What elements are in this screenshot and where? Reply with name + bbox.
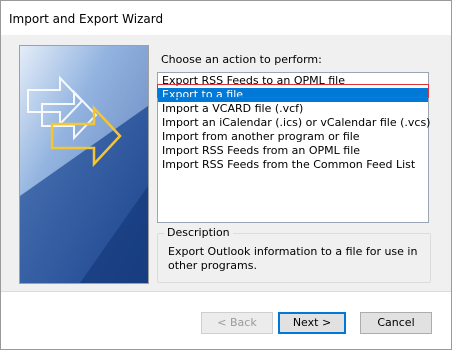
window-title: Import and Export Wizard xyxy=(9,12,164,26)
action-item-import-rss-opml[interactable]: Import RSS Feeds from an OPML file xyxy=(158,144,428,158)
wizard-banner-image xyxy=(19,45,149,284)
action-item-import-icalendar[interactable]: Import an iCalendar (.ics) or vCalendar … xyxy=(158,116,430,130)
action-item-export-to-file[interactable]: Export to a file xyxy=(158,88,428,102)
action-prompt-label: Choose an action to perform: xyxy=(161,53,322,66)
footer-divider xyxy=(1,291,451,292)
title-bar: Import and Export Wizard xyxy=(1,1,451,35)
description-legend: Description xyxy=(164,226,233,239)
back-button[interactable]: < Back xyxy=(201,312,273,334)
import-export-wizard-window: Import and Export Wizard Choose an actio… xyxy=(0,0,452,350)
export-arrows-illustration xyxy=(20,46,148,283)
action-item-import-from-program[interactable]: Import from another program or file xyxy=(158,130,428,144)
action-item-import-vcard[interactable]: Import a VCARD file (.vcf) xyxy=(158,102,428,116)
action-item-import-rss-common[interactable]: Import RSS Feeds from the Common Feed Li… xyxy=(158,158,428,172)
description-group: Description Export Outlook information t… xyxy=(157,226,431,283)
action-listbox[interactable]: Export RSS Feeds to an OPML file Export … xyxy=(157,72,430,223)
next-button[interactable]: Next > xyxy=(278,312,346,334)
description-text: Export Outlook information to a file for… xyxy=(168,245,418,272)
wizard-content: Choose an action to perform: Export RSS … xyxy=(1,35,451,291)
action-item-export-rss-opml[interactable]: Export RSS Feeds to an OPML file xyxy=(158,74,428,88)
cancel-button[interactable]: Cancel xyxy=(360,312,432,334)
